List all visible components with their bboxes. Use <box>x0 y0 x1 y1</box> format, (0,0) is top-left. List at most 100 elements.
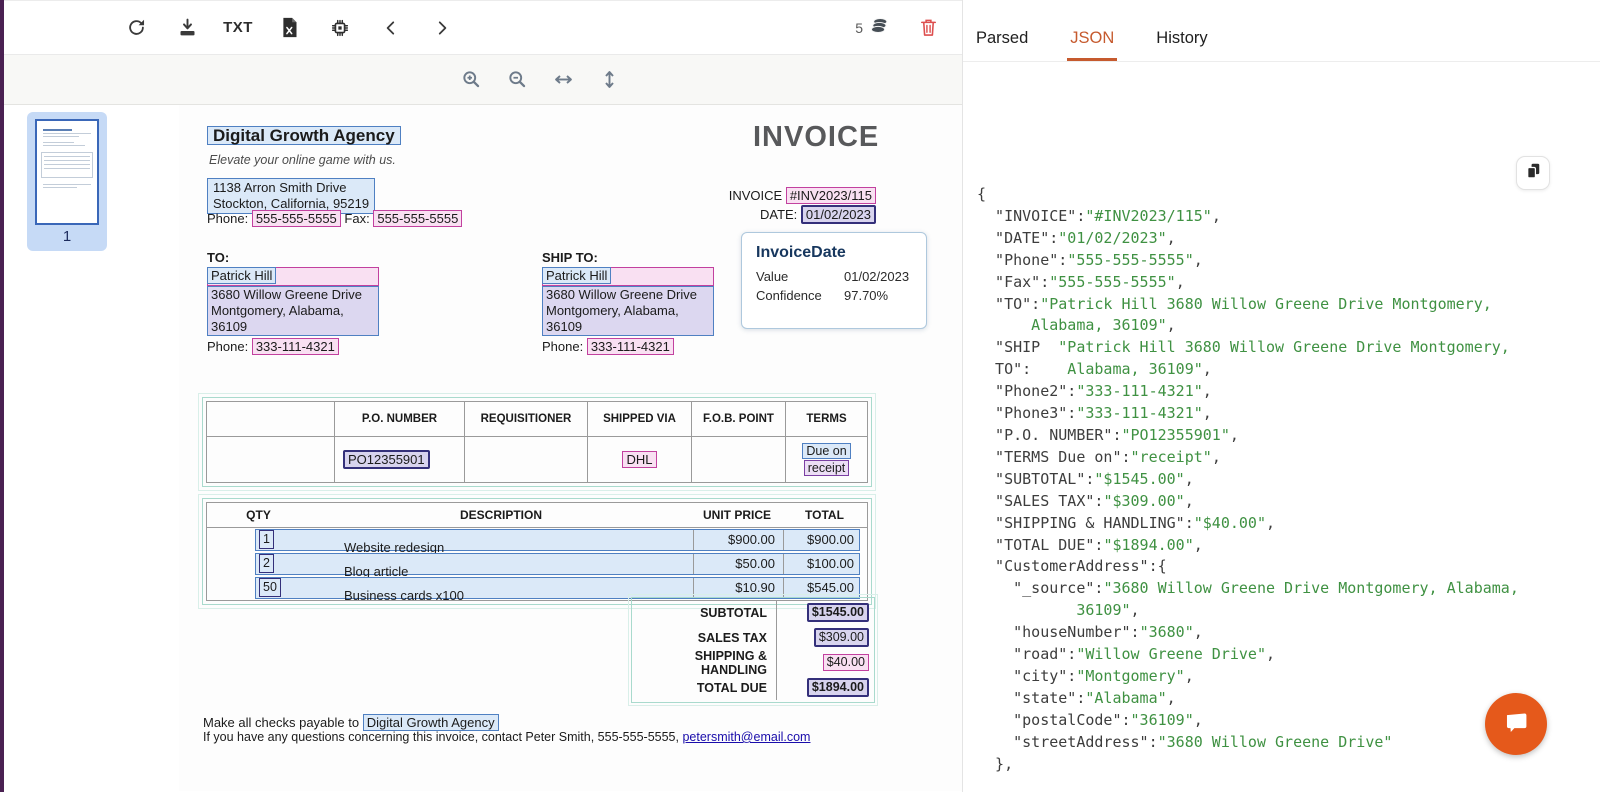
tooltip-title: InvoiceDate <box>756 244 912 262</box>
shipped-via-highlight[interactable]: DHL <box>622 451 656 468</box>
bill-to-address-highlight[interactable]: 3680 Willow Greene Drive Montgomery, Ala… <box>207 286 379 336</box>
shipping-handling-highlight[interactable]: $40.00 <box>823 654 869 671</box>
invoice-no-highlight[interactable]: #INV2023/115 <box>786 187 876 204</box>
total-due-highlight[interactable]: $1894.00 <box>807 678 869 697</box>
json-code-line: "road":"Willow Greene Drive", <box>977 644 1596 666</box>
item-unit-price: $50.00 <box>693 554 783 574</box>
company-address-line1: 1138 Arron Smith Drive <box>213 180 346 195</box>
phone-label: Phone: <box>207 211 248 226</box>
ship-to-name-highlight[interactable]: Patrick Hill <box>542 267 611 284</box>
tab-json[interactable]: JSON <box>1067 29 1117 61</box>
terms-line2-highlight[interactable]: receipt <box>804 460 850 476</box>
date-label: DATE: <box>760 207 797 222</box>
company-address-highlight[interactable]: 1138 Arron Smith Drive Stockton, Califor… <box>207 178 375 214</box>
page-number: 1 <box>35 225 99 245</box>
item-qty-highlight[interactable]: 2 <box>259 554 274 573</box>
top-toolbar: TXT 5 <box>4 0 962 55</box>
json-code-view[interactable]: { "INVOICE":"#INV2023/115", "DATE":"01/0… <box>977 184 1596 775</box>
json-code-line: "CustomerAddress":{ <box>977 556 1596 578</box>
line-item-row[interactable]: 50Business cards x100 $10.90 $545.00 <box>255 577 860 599</box>
info-header-shipped-via: SHIPPED VIA <box>587 402 691 436</box>
item-description: Business cards x100 <box>344 588 464 603</box>
ship-to-name-row[interactable]: Patrick Hill <box>542 267 714 286</box>
ship-to-block: SHIP TO: Patrick Hill 3680 Willow Greene… <box>542 250 714 355</box>
ship-to-address-line2: Montgomery, Alabama, 36109 <box>546 303 679 334</box>
ocr-chip-icon[interactable] <box>328 16 352 40</box>
zoom-in-icon[interactable] <box>460 69 482 91</box>
fit-height-icon[interactable] <box>598 69 620 91</box>
ship-to-address-highlight[interactable]: 3680 Willow Greene Drive Montgomery, Ala… <box>542 286 714 336</box>
zoom-toolbar <box>4 55 962 105</box>
json-code-line: "DATE":"01/02/2023", <box>977 228 1596 250</box>
invoice-date-highlight[interactable]: 01/02/2023 <box>801 205 876 224</box>
bill-to-phone-highlight[interactable]: 333-111-4321 <box>252 338 339 355</box>
item-unit-price: $10.90 <box>693 578 783 598</box>
fit-width-icon[interactable] <box>552 69 574 91</box>
terms-line1-highlight[interactable]: Due on <box>802 443 850 459</box>
copy-icon <box>1524 161 1543 186</box>
totals-section: SUBTOTAL $1545.00 SALES TAX $309.00 SHIP… <box>631 597 875 703</box>
json-code-line: "TERMS Due on":"receipt", <box>977 447 1596 469</box>
bill-to-name-row[interactable]: Patrick Hill <box>207 267 379 286</box>
delete-trash-icon[interactable] <box>916 16 940 40</box>
item-qty-highlight[interactable]: 1 <box>259 530 274 549</box>
document-panel: TXT 5 <box>4 0 962 792</box>
item-qty-highlight[interactable]: 50 <box>259 578 281 597</box>
json-code-line: TO": Alabama, 36109", <box>977 359 1596 381</box>
order-info-table: P.O. NUMBER REQUISITIONER SHIPPED VIA F.… <box>202 397 872 487</box>
thumbnail-sidebar: 1 <box>4 105 179 791</box>
ship-to-phone-label: Phone: <box>542 339 583 354</box>
coins-icon <box>867 15 890 41</box>
json-code-line: "TO":"Patrick Hill 3680 Willow Greene Dr… <box>977 294 1596 316</box>
json-code-line: "SHIP "Patrick Hill 3680 Willow Greene D… <box>977 337 1596 359</box>
company-phone-highlight[interactable]: 555-555-5555 <box>252 210 341 227</box>
invoice-no-label: INVOICE <box>729 188 782 203</box>
json-code-line: "houseNumber":"3680", <box>977 622 1596 644</box>
line-item-row[interactable]: 2Blog article $50.00 $100.00 <box>255 553 860 575</box>
info-header-requisitioner: REQUISITIONER <box>464 402 587 436</box>
item-total: $545.00 <box>783 578 859 598</box>
bill-to-heading: TO: <box>207 250 379 265</box>
credits-count: 5 <box>855 20 863 36</box>
json-code-line: "INVOICE":"#INV2023/115", <box>977 206 1596 228</box>
company-phone-fax-line: Phone: 555-555-5555 Fax: 555-555-5555 <box>207 210 462 227</box>
json-code-line: "Phone2":"333-111-4321", <box>977 381 1596 403</box>
next-page-icon[interactable] <box>430 16 454 40</box>
json-code-line: "Fax":"555-555-5555", <box>977 272 1596 294</box>
results-panel: Parsed JSON History { "INVOICE":"#INV202… <box>962 0 1600 792</box>
previous-page-icon[interactable] <box>379 16 403 40</box>
subtotal-highlight[interactable]: $1545.00 <box>807 603 869 622</box>
zoom-out-icon[interactable] <box>506 69 528 91</box>
contact-text: If you have any questions concerning thi… <box>203 730 682 744</box>
company-name-highlight[interactable]: Digital Growth Agency <box>207 126 401 145</box>
json-code-line: "SALES TAX":"$309.00", <box>977 491 1596 513</box>
refresh-icon[interactable] <box>124 16 148 40</box>
download-icon[interactable] <box>175 16 199 40</box>
item-total: $100.00 <box>783 554 859 574</box>
po-number-highlight[interactable]: PO12355901 <box>343 450 430 469</box>
items-header-unit-price: UNIT PRICE <box>692 503 782 527</box>
json-code-line: "SHIPPING & HANDLING":"$40.00", <box>977 513 1596 535</box>
bill-to-address-line1: 3680 Willow Greene Drive <box>211 287 362 302</box>
json-code-line: "Phone3":"333-111-4321", <box>977 403 1596 425</box>
sales-tax-highlight[interactable]: $309.00 <box>814 628 869 647</box>
line-item-row[interactable]: 1Website redesign $900.00 $900.00 <box>255 529 860 551</box>
company-fax-highlight[interactable]: 555-555-5555 <box>373 210 462 227</box>
ship-to-address-line1: 3680 Willow Greene Drive <box>546 287 697 302</box>
info-header-po-number: P.O. NUMBER <box>334 402 464 436</box>
results-tabs: Parsed JSON History <box>963 0 1600 62</box>
excel-file-icon[interactable] <box>277 16 301 40</box>
page-thumbnail[interactable]: 1 <box>27 112 107 251</box>
contact-line: If you have any questions concerning thi… <box>203 730 810 744</box>
sales-tax-label: SALES TAX <box>632 631 776 645</box>
payee-highlight[interactable]: Digital Growth Agency <box>363 714 499 731</box>
tab-history[interactable]: History <box>1153 29 1210 61</box>
total-due-label: TOTAL DUE <box>632 681 776 695</box>
contact-email-link[interactable]: petersmith@email.com <box>682 730 810 744</box>
bill-to-name-highlight[interactable]: Patrick Hill <box>207 267 276 284</box>
credits-counter[interactable]: 5 <box>855 15 890 41</box>
ship-to-phone-highlight[interactable]: 333-111-4321 <box>587 338 674 355</box>
txt-export-button[interactable]: TXT <box>226 16 250 40</box>
chat-widget-button[interactable] <box>1485 693 1547 755</box>
tab-parsed[interactable]: Parsed <box>973 29 1031 61</box>
